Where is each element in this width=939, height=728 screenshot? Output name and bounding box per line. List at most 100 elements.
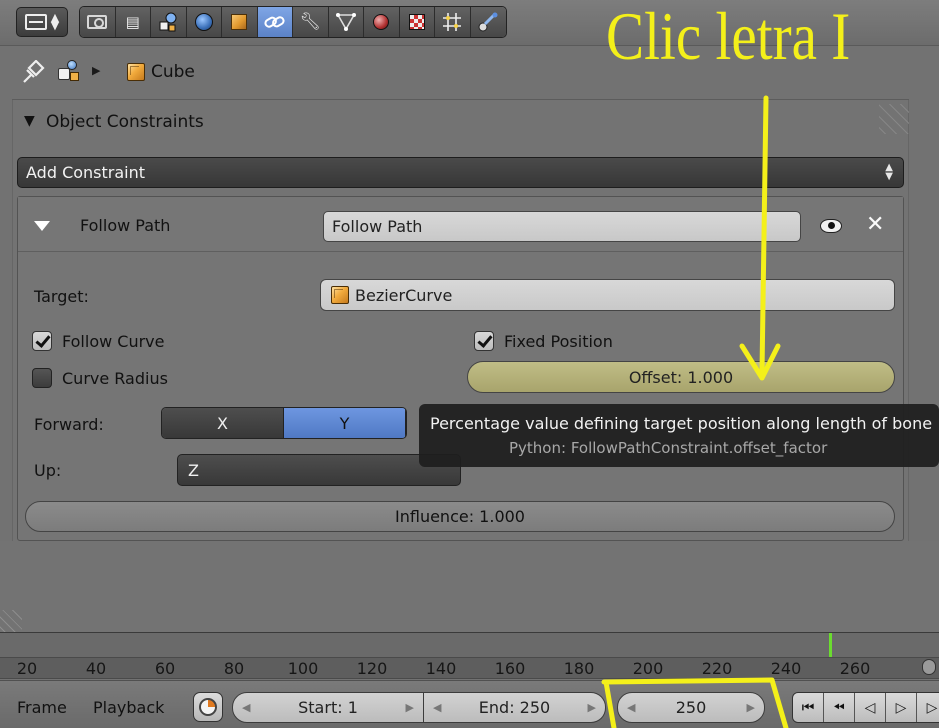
target-value: BezierCurve (355, 285, 453, 305)
tab-scene[interactable] (151, 7, 187, 37)
ruler-tick: 20 (16, 659, 38, 678)
panel-title[interactable]: Object Constraints (46, 112, 204, 132)
jump-start-icon: ⏮︎ (801, 699, 815, 716)
fast-forward-icon: ▷ (926, 699, 938, 716)
follow-curve-checkbox[interactable] (32, 331, 52, 351)
ruler-tick: 80 (223, 659, 245, 678)
tab-object[interactable] (222, 7, 258, 37)
jump-keyframe-forward-button[interactable]: ▷ (917, 693, 939, 722)
curve-radius-toggle[interactable]: Curve Radius (32, 368, 168, 388)
fixed-position-checkbox[interactable] (474, 331, 494, 351)
tab-physics[interactable] (470, 7, 506, 37)
jump-start-button[interactable]: ⏮︎ (793, 693, 824, 722)
constraint-collapse-icon[interactable] (34, 221, 50, 231)
play-icon: ▷ (895, 699, 907, 716)
breadcrumb-arrow-icon: ▶ (92, 64, 101, 77)
ruler-tick: 200 (632, 659, 664, 678)
target-label: Target: (34, 287, 89, 306)
ruler-tick: 220 (701, 659, 733, 678)
ruler-tick: 40 (85, 659, 107, 678)
timeline-scrollbar[interactable] (922, 659, 936, 675)
render-layers-icon: ▤ (125, 13, 140, 31)
forward-axis-y-button[interactable]: Y (284, 408, 406, 438)
visibility-eye-icon[interactable] (820, 219, 842, 233)
rewind-icon: ⏪︎ (833, 699, 845, 716)
fixed-position-label: Fixed Position (504, 331, 613, 351)
wrench-icon: 🔧︎ (299, 12, 322, 32)
increment-arrow-icon[interactable]: ▶ (588, 701, 596, 714)
keying-set-button[interactable] (193, 692, 223, 722)
ruler-tick: 100 (287, 659, 319, 678)
jump-keyframe-back-button[interactable]: ⏪︎ (824, 693, 855, 722)
add-constraint-label: Add Constraint (26, 163, 146, 182)
decrement-arrow-icon[interactable]: ◀ (433, 701, 441, 714)
world-icon (194, 13, 213, 31)
link-icon (264, 16, 285, 28)
tab-world[interactable] (186, 7, 222, 37)
material-sphere-icon (373, 14, 390, 30)
tab-render-layers[interactable]: ▤ (115, 7, 151, 37)
up-axis-value: Z (188, 460, 199, 480)
decrement-arrow-icon[interactable]: ◀ (627, 701, 635, 714)
panel-drag-grip[interactable] (879, 104, 909, 134)
offset-tooltip: Percentage value defining target positio… (419, 404, 939, 467)
current-frame-field[interactable]: ◀ 250 ▶ (617, 692, 765, 723)
increment-arrow-icon[interactable]: ▶ (406, 701, 414, 714)
tooltip-description: Percentage value defining target positio… (430, 414, 933, 433)
pin-icon[interactable] (20, 59, 46, 90)
play-reverse-button[interactable]: ◁ (855, 693, 886, 722)
fixed-position-toggle[interactable]: Fixed Position (474, 331, 613, 351)
tab-texture[interactable] (399, 7, 435, 37)
increment-arrow-icon[interactable]: ▶ (747, 701, 755, 714)
forward-label: Forward: (34, 415, 104, 434)
timeline-ruler[interactable]: 20 40 60 80 100 120 140 160 180 200 220 … (0, 657, 939, 679)
ruler-tick: 120 (356, 659, 388, 678)
forward-axis-x-button[interactable]: X (162, 408, 284, 438)
end-frame-field[interactable]: ◀ End: 250 ▶ (424, 692, 606, 723)
updown-arrows-icon: ▲ ▼ (50, 11, 60, 32)
follow-curve-toggle[interactable]: Follow Curve (32, 331, 164, 351)
tab-render[interactable] (80, 7, 116, 37)
constraint-name-field[interactable]: Follow Path (323, 211, 801, 242)
ruler-tick: 160 (494, 659, 526, 678)
menu-frame[interactable]: Frame (17, 698, 67, 717)
properties-editor-icon (24, 14, 47, 30)
menu-playback[interactable]: Playback (93, 698, 164, 717)
scene-icon (159, 12, 177, 32)
start-frame-field[interactable]: ◀ Start: 1 ▶ (232, 692, 424, 723)
tab-modifiers[interactable]: 🔧︎ (293, 7, 329, 37)
constraint-type-label: Follow Path (80, 216, 171, 235)
tooltip-python-path: Python: FollowPathConstraint.offset_fact… (509, 439, 828, 457)
area-split-grip[interactable] (0, 610, 22, 632)
ruler-tick: 60 (154, 659, 176, 678)
target-field[interactable]: BezierCurve (320, 279, 895, 311)
up-label: Up: (34, 461, 62, 480)
play-button[interactable]: ▷ (886, 693, 917, 722)
editor-type-button[interactable]: ▲ ▼ (16, 7, 68, 37)
curve-radius-label: Curve Radius (62, 368, 168, 388)
tab-data[interactable] (328, 7, 364, 37)
close-icon[interactable]: ✕ (866, 212, 884, 237)
offset-slider[interactable]: Offset: 1.000 (467, 361, 895, 393)
tab-material[interactable] (364, 7, 400, 37)
updown-arrows-icon: ▲ ▼ (885, 162, 893, 182)
influence-slider[interactable]: Influence: 1.000 (25, 501, 895, 532)
end-frame-value: End: 250 (478, 698, 551, 717)
cube-icon (231, 14, 248, 30)
breadcrumb-object-name: Cube (151, 62, 195, 82)
tab-constraints[interactable] (257, 7, 293, 37)
tab-particles[interactable] (435, 7, 471, 37)
curve-radius-checkbox[interactable] (32, 368, 52, 388)
decrement-arrow-icon[interactable]: ◀ (242, 701, 250, 714)
keying-dial-icon (199, 698, 217, 716)
play-reverse-icon: ◁ (864, 699, 876, 716)
current-frame-value: 250 (675, 698, 707, 717)
start-frame-value: Start: 1 (298, 698, 358, 717)
current-frame-cursor[interactable] (829, 633, 832, 657)
context-tabs: ▤ 🔧︎ (79, 6, 507, 38)
timeline-track[interactable] (0, 632, 939, 657)
checker-icon (408, 14, 425, 30)
ruler-tick: 240 (770, 659, 802, 678)
add-constraint-dropdown[interactable]: Add Constraint ▲ ▼ (17, 157, 904, 188)
panel-collapse-icon[interactable]: ▼ (24, 113, 35, 129)
